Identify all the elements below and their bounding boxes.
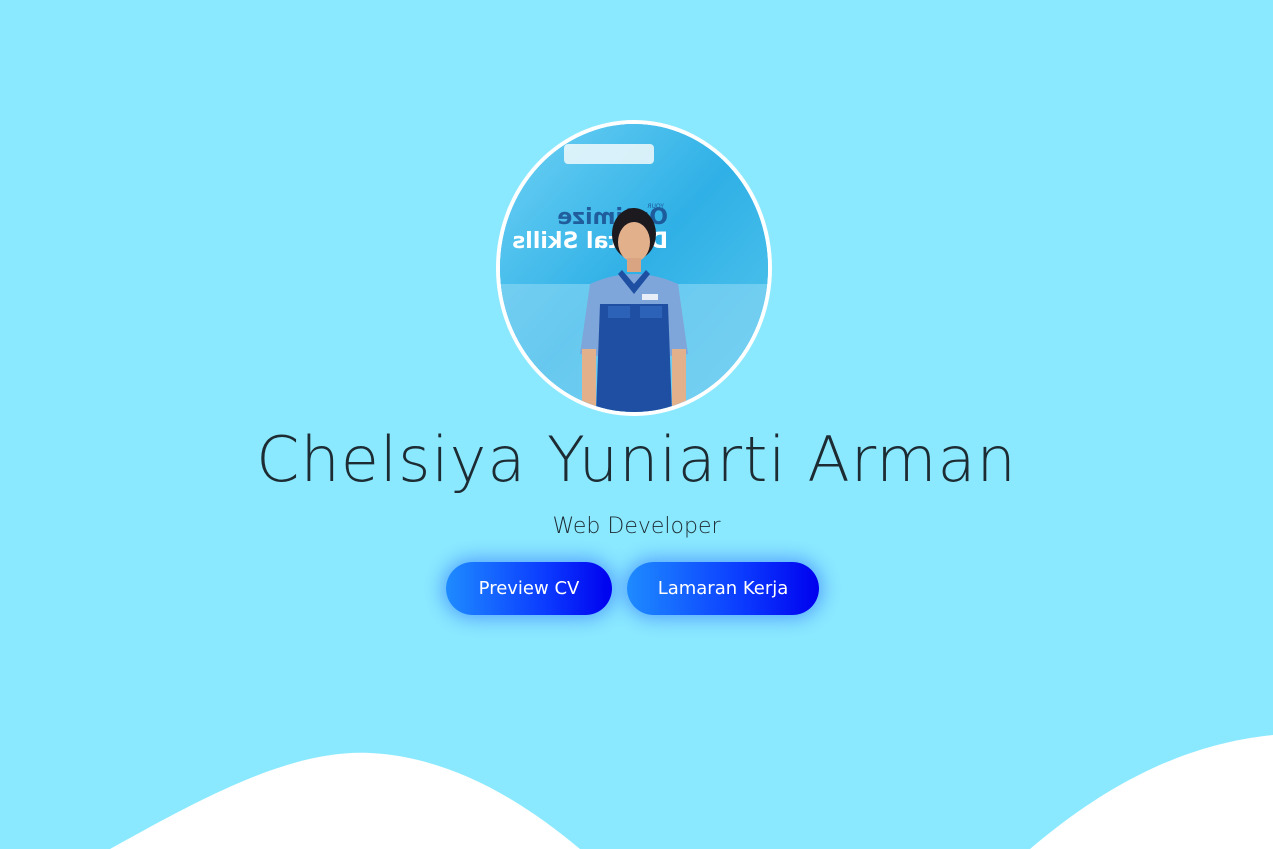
preview-cv-button[interactable]: Preview CV xyxy=(446,562,612,615)
profile-name: Chelsiya Yuniarti Arman xyxy=(256,423,1017,496)
photo-banner-small: YOUR xyxy=(647,203,665,210)
profile-role: Web Developer xyxy=(552,514,721,539)
hero-section: Optimize YOUR Digital Skills Chelsiya Yu… xyxy=(0,0,1273,849)
bottom-wave-decoration xyxy=(110,735,1273,849)
profile-photo: Optimize YOUR Digital Skills xyxy=(496,120,772,416)
profile-photo-illustration: Optimize YOUR Digital Skills xyxy=(500,124,768,412)
lamaran-kerja-button[interactable]: Lamaran Kerja xyxy=(627,562,819,615)
